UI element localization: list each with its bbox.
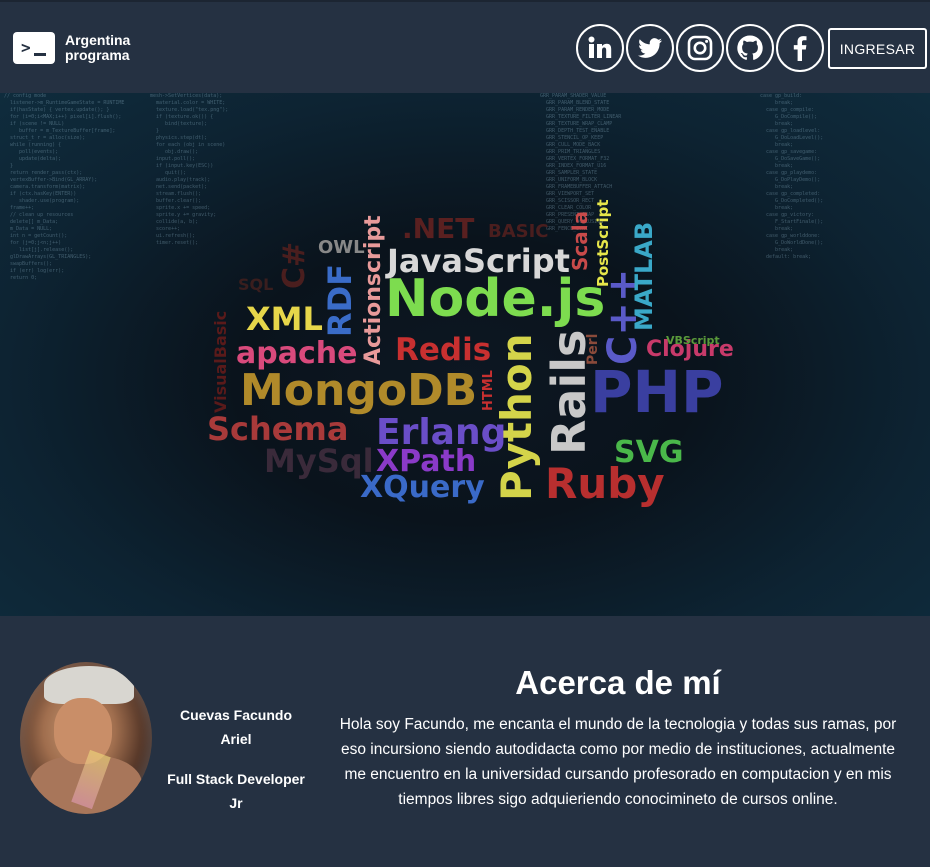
instagram-icon[interactable]	[676, 24, 724, 72]
word-xml: XML	[246, 300, 323, 338]
facebook-icon[interactable]	[776, 24, 824, 72]
word-html: HTML	[481, 370, 496, 411]
word-csharp: C#	[277, 241, 312, 289]
profile-role: Full Stack Developer Jr	[167, 771, 305, 811]
word-nodejs: Node.js	[385, 269, 606, 329]
word-basic: BASIC	[488, 221, 549, 242]
word-svg: SVG	[614, 435, 684, 470]
code-background-right: case gp_build: break; case gp_compile: G…	[760, 93, 824, 260]
word-sql: SQL	[238, 275, 274, 294]
navbar: > Argentina programa INGRESAR	[0, 0, 930, 93]
about-text: Hola soy Facundo, me encanta el mundo de…	[339, 716, 897, 808]
word-redis: Redis	[395, 332, 492, 368]
login-button[interactable]: INGRESAR	[828, 28, 927, 69]
word-javascript: JavaScript	[387, 242, 570, 280]
word-php: PHP	[590, 358, 724, 426]
social-links	[576, 24, 824, 72]
linkedin-icon[interactable]	[576, 24, 624, 72]
about-title: Acerca de mí	[515, 664, 721, 701]
github-icon[interactable]	[726, 24, 774, 72]
brand-link[interactable]: > Argentina programa	[13, 32, 130, 64]
word-actionscript: Actionscript	[361, 215, 386, 365]
brand-name: Argentina programa	[65, 33, 130, 63]
avatar	[20, 662, 152, 814]
word-schema: Schema	[207, 410, 349, 448]
word-perl: Perl	[585, 333, 601, 365]
hero-banner: // config mode listener->m_RuntimeGameSt…	[0, 93, 930, 616]
word-vbscript: VBScript	[666, 334, 720, 347]
word-apache: apache	[236, 336, 358, 371]
code-background-mid-left: mesh->SetVertices(data); material.color …	[150, 93, 229, 246]
word-scala: Scala	[568, 210, 592, 271]
word-postscript: PostScript	[594, 199, 612, 287]
word-visualbasic: VisualBasic	[211, 310, 230, 413]
word-mongodb: MongoDB	[240, 365, 478, 416]
twitter-icon[interactable]	[626, 24, 674, 72]
word-rdf: RDF	[321, 263, 359, 337]
about-section: Cuevas Facundo Ariel Full Stack Develope…	[0, 616, 930, 867]
code-background-left: // config mode listener->m_RuntimeGameSt…	[4, 93, 125, 281]
word-owl: OWL	[318, 237, 365, 258]
word-dotnet: .NET	[402, 212, 475, 245]
word-xquery: XQuery	[360, 470, 485, 505]
brand-line-2: programa	[65, 47, 130, 63]
profile-name: Cuevas Facundo Ariel	[179, 707, 293, 747]
word-matlab: MATLAB	[630, 221, 658, 331]
terminal-icon: >	[13, 32, 55, 64]
word-mysql: MySql	[264, 442, 374, 480]
brand-line-1: Argentina	[65, 32, 131, 48]
